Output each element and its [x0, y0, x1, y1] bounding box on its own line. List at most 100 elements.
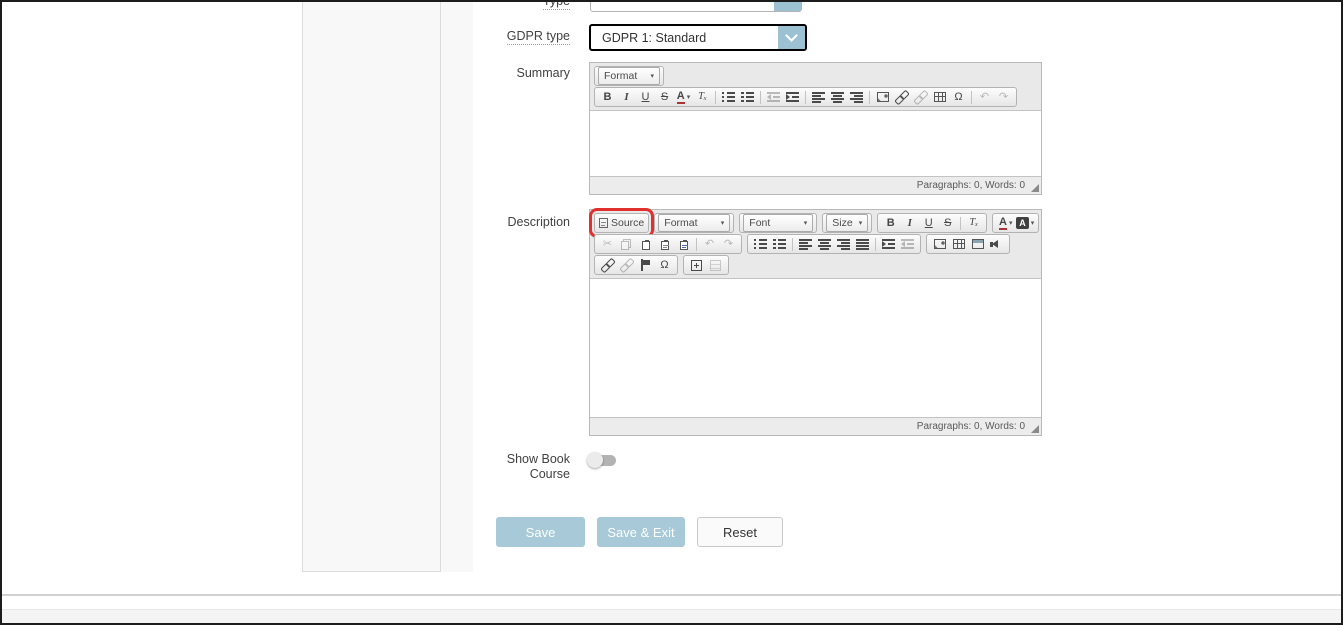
bold-icon-glyph: B — [887, 218, 895, 229]
align-right-icon[interactable] — [847, 89, 866, 106]
resize-grip[interactable] — [1031, 184, 1039, 192]
bold-icon[interactable]: B — [598, 89, 617, 106]
unlink-icon[interactable] — [617, 257, 636, 274]
undo-icon[interactable]: ↶ — [700, 236, 719, 253]
paste-text-icon[interactable] — [655, 236, 674, 253]
chevron-glyph — [781, 0, 794, 2]
format-combo[interactable]: Format▾ — [658, 214, 730, 232]
align-justify-icon — [856, 238, 869, 250]
image-icon[interactable] — [930, 236, 949, 253]
link-icon[interactable] — [598, 257, 617, 274]
chevron-down-icon[interactable] — [778, 26, 805, 49]
description-content[interactable] — [590, 278, 1041, 418]
align-right-icon[interactable] — [834, 236, 853, 253]
cut-icon[interactable]: ✂ — [598, 236, 617, 253]
ordered-list-icon[interactable] — [719, 89, 738, 106]
save-exit-button[interactable]: Save & Exit — [597, 517, 685, 547]
description-toolbar: SourceFormat▾Font▾Size▾BIUSTₓA▾A▾✂↶↷Ω — [590, 210, 1041, 278]
anchor-flag-icon[interactable] — [636, 257, 655, 274]
bullet-list-icon — [773, 238, 786, 250]
combo-arrow-icon: ▾ — [1009, 219, 1013, 227]
chevron-down-icon[interactable] — [774, 0, 801, 11]
text-color-icon[interactable]: A▾ — [674, 89, 693, 106]
toggle-knob — [587, 452, 603, 468]
remove-format-icon[interactable]: Tₓ — [693, 89, 712, 106]
paste-from-word-icon — [680, 241, 688, 250]
text-color-icon[interactable]: A▾ — [996, 215, 1015, 232]
align-center-icon[interactable] — [828, 89, 847, 106]
source-button[interactable]: Source — [598, 215, 645, 232]
link-icon — [601, 259, 614, 271]
bullet-list-icon[interactable] — [738, 89, 757, 106]
ordered-list-icon[interactable] — [751, 236, 770, 253]
combo-arrow-icon: ▾ — [721, 219, 725, 227]
align-left-icon[interactable] — [809, 89, 828, 106]
underline-icon[interactable]: U — [636, 89, 655, 106]
toolbar-group: BIUS Tₓ — [877, 213, 987, 233]
align-center-icon — [831, 91, 844, 103]
type-label: Type — [442, 0, 570, 9]
audio-icon[interactable] — [987, 236, 1006, 253]
paste-text-icon — [661, 241, 669, 250]
unlink-icon[interactable] — [911, 89, 930, 106]
iframe-icon[interactable] — [968, 236, 987, 253]
strikethrough-icon[interactable]: S — [655, 89, 674, 106]
bullet-list-icon[interactable] — [770, 236, 789, 253]
font-combo[interactable]: Font▾ — [743, 214, 813, 232]
redo-icon[interactable]: ↷ — [994, 89, 1013, 106]
show-blocks-icon[interactable] — [706, 257, 725, 274]
link-icon[interactable] — [892, 89, 911, 106]
size-combo[interactable]: Size▾ — [826, 214, 868, 232]
table-icon[interactable] — [949, 236, 968, 253]
gdpr-type-label-text: GDPR type — [507, 29, 570, 45]
copy-icon[interactable] — [617, 236, 636, 253]
align-left-icon — [812, 91, 825, 103]
format-combo[interactable]: Format▾ — [598, 67, 660, 85]
summary-content[interactable] — [590, 110, 1041, 177]
redo-icon-glyph: ↷ — [724, 239, 733, 250]
undo-icon[interactable]: ↶ — [975, 89, 994, 106]
align-left-icon[interactable] — [796, 236, 815, 253]
type-select[interactable]: Please select — [590, 0, 802, 12]
paste-icon[interactable] — [636, 236, 655, 253]
align-right-icon — [850, 91, 863, 103]
italic-icon[interactable]: I — [900, 215, 919, 232]
background-color-icon-glyph: A — [1016, 217, 1029, 229]
toolbar-separator — [805, 91, 806, 104]
align-justify-icon[interactable] — [853, 236, 872, 253]
table-icon[interactable] — [930, 89, 949, 106]
remove-format-icon[interactable]: Tₓ — [964, 215, 983, 232]
side-panel — [302, 0, 441, 572]
bold-icon[interactable]: B — [881, 215, 900, 232]
underline-icon[interactable]: U — [919, 215, 938, 232]
remove-format-icon-glyph: Tₓ — [969, 218, 978, 229]
strikethrough-icon[interactable]: S — [938, 215, 957, 232]
outdent-icon[interactable] — [764, 89, 783, 106]
image-icon[interactable] — [873, 89, 892, 106]
maximize-icon[interactable] — [687, 257, 706, 274]
italic-icon[interactable]: I — [617, 89, 636, 106]
indent-icon — [882, 238, 895, 250]
reset-button[interactable]: Reset — [697, 517, 783, 547]
toolbar-group: Size▾ — [822, 213, 872, 233]
background-color-icon[interactable]: A▾ — [1015, 215, 1035, 232]
show-book-course-toggle[interactable] — [587, 452, 619, 468]
outdent-icon[interactable] — [898, 236, 917, 253]
toolbar-row: BIUSA▾Tₓ Ω ↶↷ — [594, 87, 1037, 107]
bold-icon-glyph: B — [604, 92, 612, 103]
indent-icon[interactable] — [783, 89, 802, 106]
paste-from-word-icon[interactable] — [674, 236, 693, 253]
save-button[interactable]: Save — [496, 517, 585, 547]
redo-icon[interactable]: ↷ — [719, 236, 738, 253]
show-book-course-label: Show Book Course — [442, 452, 570, 482]
special-char-icon[interactable]: Ω — [655, 257, 674, 274]
resize-grip[interactable] — [1031, 425, 1039, 433]
indent-icon[interactable] — [879, 236, 898, 253]
special-char-icon[interactable]: Ω — [949, 89, 968, 106]
summary-toolbar: Format▾ BIUSA▾Tₓ Ω ↶↷ — [590, 63, 1041, 110]
special-char-icon-glyph: Ω — [660, 260, 668, 271]
link-icon — [895, 91, 908, 103]
align-center-icon[interactable] — [815, 236, 834, 253]
gdpr-type-select[interactable]: GDPR 1: Standard — [589, 24, 807, 51]
gdpr-type-select-value: GDPR 1: Standard — [602, 26, 706, 49]
